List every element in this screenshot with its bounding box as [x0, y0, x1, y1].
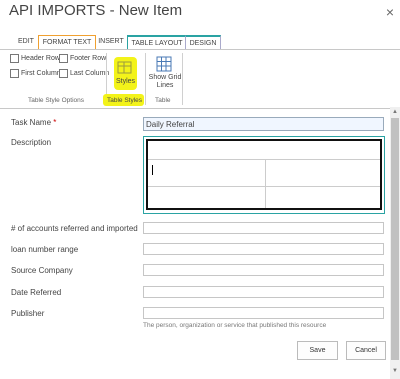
show-grid-lines-icon[interactable] [156, 56, 172, 72]
source-company-label: Source Company [11, 266, 73, 275]
last-column-label: Last Column [70, 70, 110, 77]
publisher-input[interactable] [143, 307, 384, 319]
first-column-label: First Column [21, 70, 61, 77]
close-icon[interactable]: × [386, 4, 394, 20]
publisher-label: Publisher [11, 309, 45, 318]
date-referred-label: Date Referred [11, 288, 62, 297]
styles-icon[interactable] [117, 60, 133, 76]
save-button[interactable]: Save [297, 341, 338, 360]
ribbon-separator [182, 53, 183, 105]
accounts-label: # of accounts referred and imported [11, 224, 138, 233]
header-row-label: Header Row [21, 55, 60, 62]
loan-range-input[interactable] [143, 243, 384, 255]
checkbox-box[interactable] [10, 54, 19, 63]
checkbox-box[interactable] [59, 69, 68, 78]
cancel-button[interactable]: Cancel [346, 341, 386, 360]
show-grid-lines-label[interactable]: Show Grid Lines [148, 74, 182, 90]
scroll-up-arrow-icon[interactable]: ▲ [391, 109, 399, 115]
date-referred-input[interactable] [143, 286, 384, 298]
ribbon: Header Row Footer Row First Column Last … [0, 49, 400, 109]
task-name-label-text: Task Name [11, 118, 52, 127]
accounts-input[interactable] [143, 222, 384, 234]
tab-design[interactable]: DESIGN [185, 35, 221, 50]
table-styles-group-label: Table Styles [107, 97, 143, 104]
scrollbar-thumb[interactable] [391, 118, 399, 360]
checkbox-box[interactable] [10, 69, 19, 78]
description-editor[interactable] [143, 136, 385, 214]
footer-row-label: Footer Row [70, 55, 107, 62]
first-column-checkbox[interactable]: First Column [10, 69, 61, 78]
ribbon-tabs: EDIT FORMAT TEXT INSERT TABLE LAYOUT DES… [0, 35, 400, 50]
publisher-hint: The person, organization or service that… [143, 322, 327, 329]
text-cursor [152, 165, 153, 175]
tab-insert[interactable]: INSERT [95, 35, 127, 48]
styles-button-label[interactable]: Styles [116, 78, 135, 85]
table-gridline [265, 159, 266, 208]
task-name-input[interactable]: Daily Referral [143, 117, 384, 131]
tab-edit[interactable]: EDIT [12, 35, 40, 48]
footer-row-checkbox[interactable]: Footer Row [59, 54, 106, 63]
checkbox-box[interactable] [59, 54, 68, 63]
table-gridline [148, 159, 380, 160]
table-gridline [148, 186, 380, 187]
tab-table-layout[interactable]: TABLE LAYOUT [127, 35, 186, 49]
header-row-checkbox[interactable]: Header Row [10, 54, 60, 63]
required-mark: * [53, 118, 57, 127]
loan-range-label: loan number range [11, 245, 79, 254]
description-table[interactable] [146, 139, 382, 210]
table-style-options-group-label: Table Style Options [28, 97, 85, 104]
scroll-down-arrow-icon[interactable]: ▼ [391, 368, 399, 374]
table-group-label: Table [155, 97, 171, 104]
description-label: Description [11, 138, 52, 147]
last-column-checkbox[interactable]: Last Column [59, 69, 109, 78]
tab-format-text[interactable]: FORMAT TEXT [38, 35, 96, 49]
task-name-label: Task Name * [11, 118, 56, 127]
source-company-input[interactable] [143, 264, 384, 276]
window-title: API IMPORTS - New Item [9, 2, 183, 19]
ribbon-separator [145, 53, 146, 105]
